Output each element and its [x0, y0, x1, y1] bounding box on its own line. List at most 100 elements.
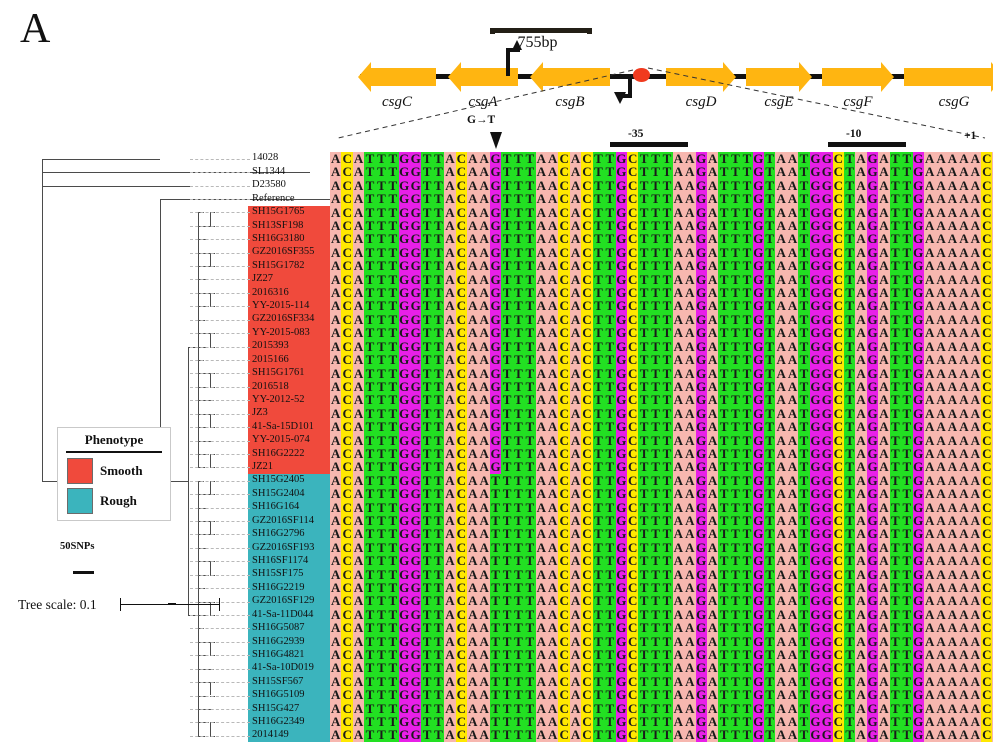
nucleotide-cell: A [946, 593, 959, 609]
nucleotide-cell: T [421, 660, 433, 676]
nucleotide-cell: C [341, 204, 353, 220]
nucleotide-cell: A [946, 311, 959, 327]
nucleotide-cell: G [695, 700, 707, 716]
nucleotide-cell: G [695, 499, 707, 515]
nucleotide-cell: A [946, 472, 959, 488]
nucleotide-cell: C [626, 606, 639, 622]
nucleotide-cell: A [684, 526, 696, 542]
nucleotide-cell: T [421, 526, 433, 542]
nucleotide-cell: A [672, 218, 685, 234]
nucleotide-cell: A [467, 499, 479, 515]
nucleotide-cell: G [821, 338, 833, 354]
nucleotide-cell: T [649, 218, 662, 234]
nucleotide-cell: T [604, 392, 616, 408]
nucleotide-cell: T [889, 553, 902, 569]
nucleotide-cell: A [775, 244, 787, 260]
nucleotide-cell: A [969, 338, 982, 354]
nucleotide-cell: C [832, 325, 844, 341]
nucleotide-cell: A [855, 472, 867, 488]
nucleotide-cell: T [764, 512, 776, 528]
nucleotide-cell: A [958, 486, 970, 502]
nucleotide-cell: C [455, 177, 468, 193]
nucleotide-cell: A [684, 177, 696, 193]
nucleotide-cell: T [421, 378, 433, 394]
nucleotide-cell: A [935, 338, 947, 354]
nucleotide-cell: T [661, 486, 673, 502]
nucleotide-cell: A [547, 204, 559, 220]
nucleotide-cell: A [775, 620, 787, 636]
nucleotide-cell: A [444, 566, 456, 582]
nucleotide-cell: A [969, 512, 982, 528]
nucleotide-cell: G [695, 338, 707, 354]
nucleotide-cell: G [489, 459, 502, 475]
nucleotide-cell: T [364, 311, 376, 327]
tip-leader-line [190, 225, 250, 227]
nucleotide-cell: C [581, 566, 593, 582]
nucleotide-cell: C [341, 633, 353, 649]
nucleotide-cell: A [684, 553, 696, 569]
nucleotide-cell: T [512, 700, 525, 716]
nucleotide-cell: T [638, 553, 650, 569]
nucleotide-cell: A [786, 580, 799, 595]
nucleotide-cell: T [364, 177, 376, 193]
nucleotide-cell: G [409, 539, 422, 555]
nucleotide-cell: T [901, 325, 913, 341]
nucleotide-cell: T [661, 459, 673, 475]
nucleotide-cell: A [878, 526, 890, 542]
nucleotide-cell: G [409, 325, 422, 341]
nucleotide-cell: T [512, 593, 525, 609]
nucleotide-cell: C [581, 512, 593, 528]
nucleotide-cell: T [798, 231, 810, 247]
nucleotide-cell: A [923, 539, 936, 555]
nucleotide-cell: T [524, 258, 536, 274]
nucleotide-cell: A [855, 673, 867, 689]
nucleotide-cell: A [444, 311, 456, 327]
nucleotide-cell: T [718, 580, 730, 595]
nucleotide-cell: A [444, 405, 456, 421]
nucleotide-cell: A [775, 405, 787, 421]
nucleotide-cell: G [809, 405, 822, 421]
nucleotide-cell: G [821, 392, 833, 408]
nucleotide-cell: A [569, 271, 582, 287]
nucleotide-cell: T [638, 539, 650, 555]
nucleotide-cell: T [661, 204, 673, 220]
nucleotide-cell: A [444, 526, 456, 542]
nucleotide-cell: T [421, 512, 433, 528]
nucleotide-cell: T [432, 580, 445, 595]
nucleotide-cell: A [878, 325, 890, 341]
nucleotide-cell: T [432, 151, 445, 166]
nucleotide-cell: A [969, 714, 982, 730]
nucleotide-cell: G [398, 365, 410, 381]
nucleotide-cell: T [638, 325, 650, 341]
nucleotide-cell: T [889, 727, 902, 742]
nucleotide-cell: C [341, 298, 353, 314]
nucleotide-cell: C [581, 311, 593, 327]
nucleotide-cell: T [364, 244, 376, 260]
nucleotide-cell: T [729, 727, 742, 742]
nucleotide-cell: A [535, 191, 548, 207]
nucleotide-cell: G [809, 151, 822, 166]
tip-leader-line [190, 386, 250, 388]
nucleotide-cell: T [649, 714, 662, 730]
tree-tip-label: YY-2015-083 [252, 326, 310, 338]
nucleotide-cell: A [535, 338, 548, 354]
nucleotide-cell: G [809, 593, 822, 609]
nucleotide-cell: T [764, 164, 776, 180]
tree-tip-label: GZ2016SF129 [252, 595, 315, 607]
nucleotide-cell: T [843, 647, 856, 663]
nucleotide-cell: T [489, 566, 502, 582]
nucleotide-cell: G [409, 177, 422, 193]
nucleotide-cell: A [684, 647, 696, 663]
nucleotide-cell: T [741, 258, 753, 274]
nucleotide-cell: G [752, 352, 765, 368]
nucleotide-cell: T [718, 164, 730, 180]
mutation-pointer-icon [490, 132, 502, 149]
nucleotide-cell: C [581, 660, 593, 676]
nucleotide-cell: G [409, 673, 422, 689]
phenotype-legend: Phenotype Smooth Rough [57, 427, 171, 521]
nucleotide-cell: T [489, 727, 502, 742]
nucleotide-cell: G [912, 378, 924, 394]
nucleotide-cell: T [764, 660, 776, 676]
nucleotide-cell: T [661, 365, 673, 381]
nucleotide-cell: A [786, 714, 799, 730]
